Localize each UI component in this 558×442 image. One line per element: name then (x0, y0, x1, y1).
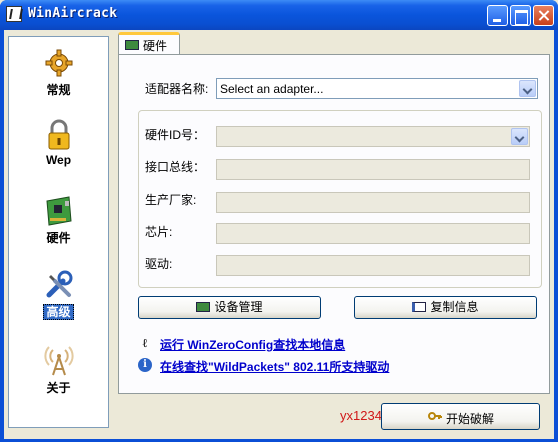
sidebar: 常规 Wep 硬件 高级 关于 (8, 36, 109, 428)
app-icon (6, 6, 22, 22)
start-crack-label: 开始破解 (446, 412, 495, 426)
driver-field (216, 255, 530, 276)
adapter-select-value: Select an adapter... (220, 82, 324, 96)
chip-label: 芯片: (145, 225, 173, 239)
sidebar-item-label: Wep (45, 153, 72, 167)
chevron-down-icon[interactable] (511, 128, 528, 145)
hardware-id-label: 硬件ID号： (145, 128, 206, 142)
sidebar-item-label: 高级 (43, 304, 74, 320)
network-card-icon (46, 196, 72, 226)
minimize-button[interactable] (487, 5, 508, 26)
copy-info-button[interactable]: 复制信息 (354, 296, 537, 319)
sidebar-item-wep[interactable]: Wep (9, 117, 108, 181)
lock-icon (48, 119, 70, 150)
info-circle-icon: ℓ (142, 336, 148, 350)
book-icon (412, 302, 427, 312)
close-button[interactable] (533, 5, 554, 26)
tools-icon (46, 270, 73, 298)
app-window: WinAircrack 常规 Wep 硬件 高级 关于 硬件 适配器名称: Se… (0, 0, 558, 442)
device-manager-button[interactable]: 设备管理 (138, 296, 321, 319)
adapter-label: 适配器名称: (145, 82, 209, 96)
vendor-label: 生产厂家: (145, 193, 197, 207)
sidebar-item-label: 关于 (46, 381, 71, 395)
chip-field (216, 223, 530, 244)
network-card-icon (196, 302, 211, 312)
sidebar-item-about[interactable]: 关于 (9, 343, 108, 407)
tab-hardware[interactable]: 硬件 (118, 32, 180, 54)
device-manager-label: 设备管理 (214, 300, 263, 314)
info-icon: i (138, 358, 152, 372)
copy-info-label: 复制信息 (430, 300, 479, 314)
hardware-id-select[interactable] (216, 126, 530, 147)
wildpackets-link[interactable]: 在线查找"WildPackets" 802.11所支持驱动 (160, 358, 389, 375)
maximize-button[interactable] (510, 5, 531, 26)
antenna-icon (44, 346, 74, 376)
tab-label: 硬件 (143, 39, 168, 53)
window-title: WinAircrack (28, 6, 118, 21)
title-bar[interactable]: WinAircrack (0, 0, 558, 30)
adapter-select[interactable]: Select an adapter... (216, 78, 538, 99)
sidebar-item-hardware[interactable]: 硬件 (9, 193, 108, 257)
sidebar-item-label: 常规 (46, 83, 71, 97)
client-area: 常规 Wep 硬件 高级 关于 硬件 适配器名称: Select an adap… (4, 30, 554, 439)
start-crack-button[interactable]: 开始破解 (381, 403, 540, 430)
chevron-down-icon[interactable] (519, 80, 536, 97)
sidebar-item-label: 硬件 (46, 231, 71, 245)
vendor-field (216, 192, 530, 213)
network-card-icon (125, 40, 139, 50)
sidebar-item-advanced[interactable]: 高级 (9, 267, 108, 331)
sidebar-item-general[interactable]: 常规 (9, 45, 108, 109)
driver-label: 驱动: (145, 257, 173, 271)
wzc-link[interactable]: 运行 WinZeroConfig查找本地信息 (160, 336, 345, 353)
bus-label: 接口总线： (145, 160, 206, 174)
key-icon (428, 412, 442, 420)
bus-field (216, 159, 530, 180)
gear-icon (45, 49, 73, 77)
